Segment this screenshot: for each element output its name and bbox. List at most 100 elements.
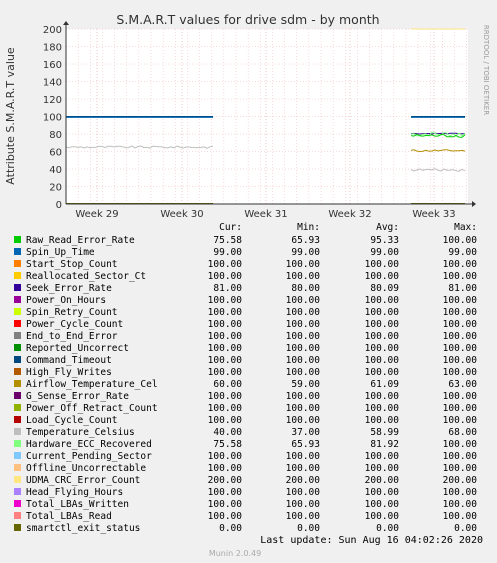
- legend-value-cur: 100.00: [208, 487, 243, 498]
- legend-swatch: [14, 452, 21, 459]
- legend-value-max: 100.00: [443, 463, 478, 474]
- legend-label: Reallocated_Sector_Ct: [26, 271, 146, 282]
- legend-value-avg: 80.09: [370, 283, 399, 294]
- legend-header-max: Max:: [454, 222, 477, 233]
- legend-label: Command_Timeout: [26, 355, 112, 366]
- legend-value-avg: 100.00: [365, 487, 400, 498]
- legend-value-min: 100.00: [286, 343, 321, 354]
- legend-value-avg: 81.92: [370, 439, 399, 450]
- legend-value-avg: 61.09: [370, 379, 399, 390]
- legend-swatch: [14, 236, 21, 243]
- legend-label: Current_Pending_Sector: [26, 451, 152, 462]
- legend-swatch: [14, 368, 21, 375]
- legend-value-max: 200.00: [443, 475, 478, 486]
- legend-swatch: [14, 320, 21, 327]
- legend-value-min: 100.00: [286, 331, 321, 342]
- legend-label: Offline_Uncorrectable: [26, 463, 146, 474]
- legend-value-max: 100.00: [443, 403, 478, 414]
- legend-value-min: 65.93: [291, 439, 320, 450]
- legend-value-avg: 0.00: [376, 523, 399, 534]
- legend-value-cur: 100.00: [208, 403, 243, 414]
- x-tick-label: Week 33: [412, 209, 455, 220]
- y-tick-label: 140: [43, 78, 62, 89]
- legend-value-min: 100.00: [286, 499, 321, 510]
- legend-value-min: 200.00: [286, 475, 321, 486]
- legend-swatch: [14, 344, 21, 351]
- legend-value-cur: 100.00: [208, 511, 243, 522]
- legend-label: Spin_Up_Time: [26, 247, 95, 258]
- legend-value-min: 100.00: [286, 259, 321, 270]
- legend-value-cur: 100.00: [208, 295, 243, 306]
- y-tick-label: 100: [43, 113, 62, 124]
- legend-value-min: 100.00: [286, 487, 321, 498]
- legend-value-max: 100.00: [443, 499, 478, 510]
- y-tick-label: 160: [43, 60, 62, 71]
- legend-value-avg: 100.00: [365, 415, 400, 426]
- last-update: Last update: Sun Aug 16 04:02:26 2020: [260, 535, 483, 546]
- x-tick-label: Week 32: [328, 209, 371, 220]
- legend-value-max: 100.00: [443, 355, 478, 366]
- y-tick-label: 20: [49, 183, 62, 194]
- legend-swatch: [14, 476, 21, 483]
- legend-value-cur: 100.00: [208, 499, 243, 510]
- legend-label: Head_Flying_Hours: [26, 487, 123, 498]
- legend-value-cur: 99.00: [213, 247, 242, 258]
- legend-label: End_to_End_Error: [26, 331, 118, 342]
- legend-label: Seek_Error_Rate: [26, 283, 112, 294]
- legend-header-min: Min:: [297, 222, 320, 233]
- legend-value-min: 100.00: [286, 319, 321, 330]
- legend-value-max: 100.00: [443, 439, 478, 450]
- legend-swatch: [14, 380, 21, 387]
- legend-value-avg: 100.00: [365, 511, 400, 522]
- legend-label: Start_Stop_Count: [26, 259, 118, 270]
- legend-value-min: 65.93: [291, 235, 320, 246]
- legend-label: Power_Cycle_Count: [26, 319, 123, 330]
- legend-value-cur: 75.58: [213, 235, 242, 246]
- legend-value-max: 100.00: [443, 271, 478, 282]
- legend-value-avg: 200.00: [365, 475, 400, 486]
- legend-value-avg: 100.00: [365, 307, 400, 318]
- legend-swatch: [14, 308, 21, 315]
- legend-value-avg: 100.00: [365, 271, 400, 282]
- legend-value-max: 100.00: [443, 415, 478, 426]
- legend-value-avg: 100.00: [365, 391, 400, 402]
- legend-swatch: [14, 260, 21, 267]
- legend-label: UDMA_CRC_Error_Count: [26, 475, 140, 486]
- legend-value-cur: 0.00: [219, 523, 242, 534]
- legend-value-min: 100.00: [286, 295, 321, 306]
- legend-value-cur: 100.00: [208, 391, 243, 402]
- legend-value-max: 68.00: [448, 427, 477, 438]
- x-tick-label: Week 30: [160, 209, 203, 220]
- y-tick-label: 180: [43, 43, 62, 54]
- legend-value-max: 99.00: [448, 247, 477, 258]
- legend-swatch: [14, 512, 21, 519]
- legend-value-avg: 95.33: [370, 235, 399, 246]
- y-tick-label: 200: [43, 25, 62, 36]
- legend-value-max: 100.00: [443, 307, 478, 318]
- legend-value-cur: 60.00: [213, 379, 242, 390]
- legend-label: Airflow_Temperature_Cel: [26, 379, 158, 390]
- legend-value-max: 100.00: [443, 451, 478, 462]
- legend-swatch: [14, 464, 21, 471]
- legend-value-min: 0.00: [297, 523, 320, 534]
- legend-value-min: 80.00: [291, 283, 320, 294]
- legend-value-min: 100.00: [286, 307, 321, 318]
- legend-value-cur: 100.00: [208, 331, 243, 342]
- legend-value-max: 0.00: [454, 523, 477, 534]
- x-tick-label: Week 31: [244, 209, 287, 220]
- legend-value-min: 100.00: [286, 403, 321, 414]
- y-tick-label: 0: [56, 200, 62, 211]
- legend-value-avg: 100.00: [365, 499, 400, 510]
- legend-value-avg: 100.00: [365, 319, 400, 330]
- legend-value-cur: 75.58: [213, 439, 242, 450]
- legend-swatch: [14, 272, 21, 279]
- legend-swatch: [14, 440, 21, 447]
- legend-value-cur: 100.00: [208, 355, 243, 366]
- legend-label: Raw_Read_Error_Rate: [26, 235, 135, 246]
- legend-value-cur: 100.00: [208, 271, 243, 282]
- legend-value-min: 100.00: [286, 463, 321, 474]
- legend-value-cur: 40.00: [213, 427, 242, 438]
- legend-value-avg: 100.00: [365, 355, 400, 366]
- legend-value-cur: 100.00: [208, 259, 243, 270]
- legend-label: Load_Cycle_Count: [26, 415, 118, 426]
